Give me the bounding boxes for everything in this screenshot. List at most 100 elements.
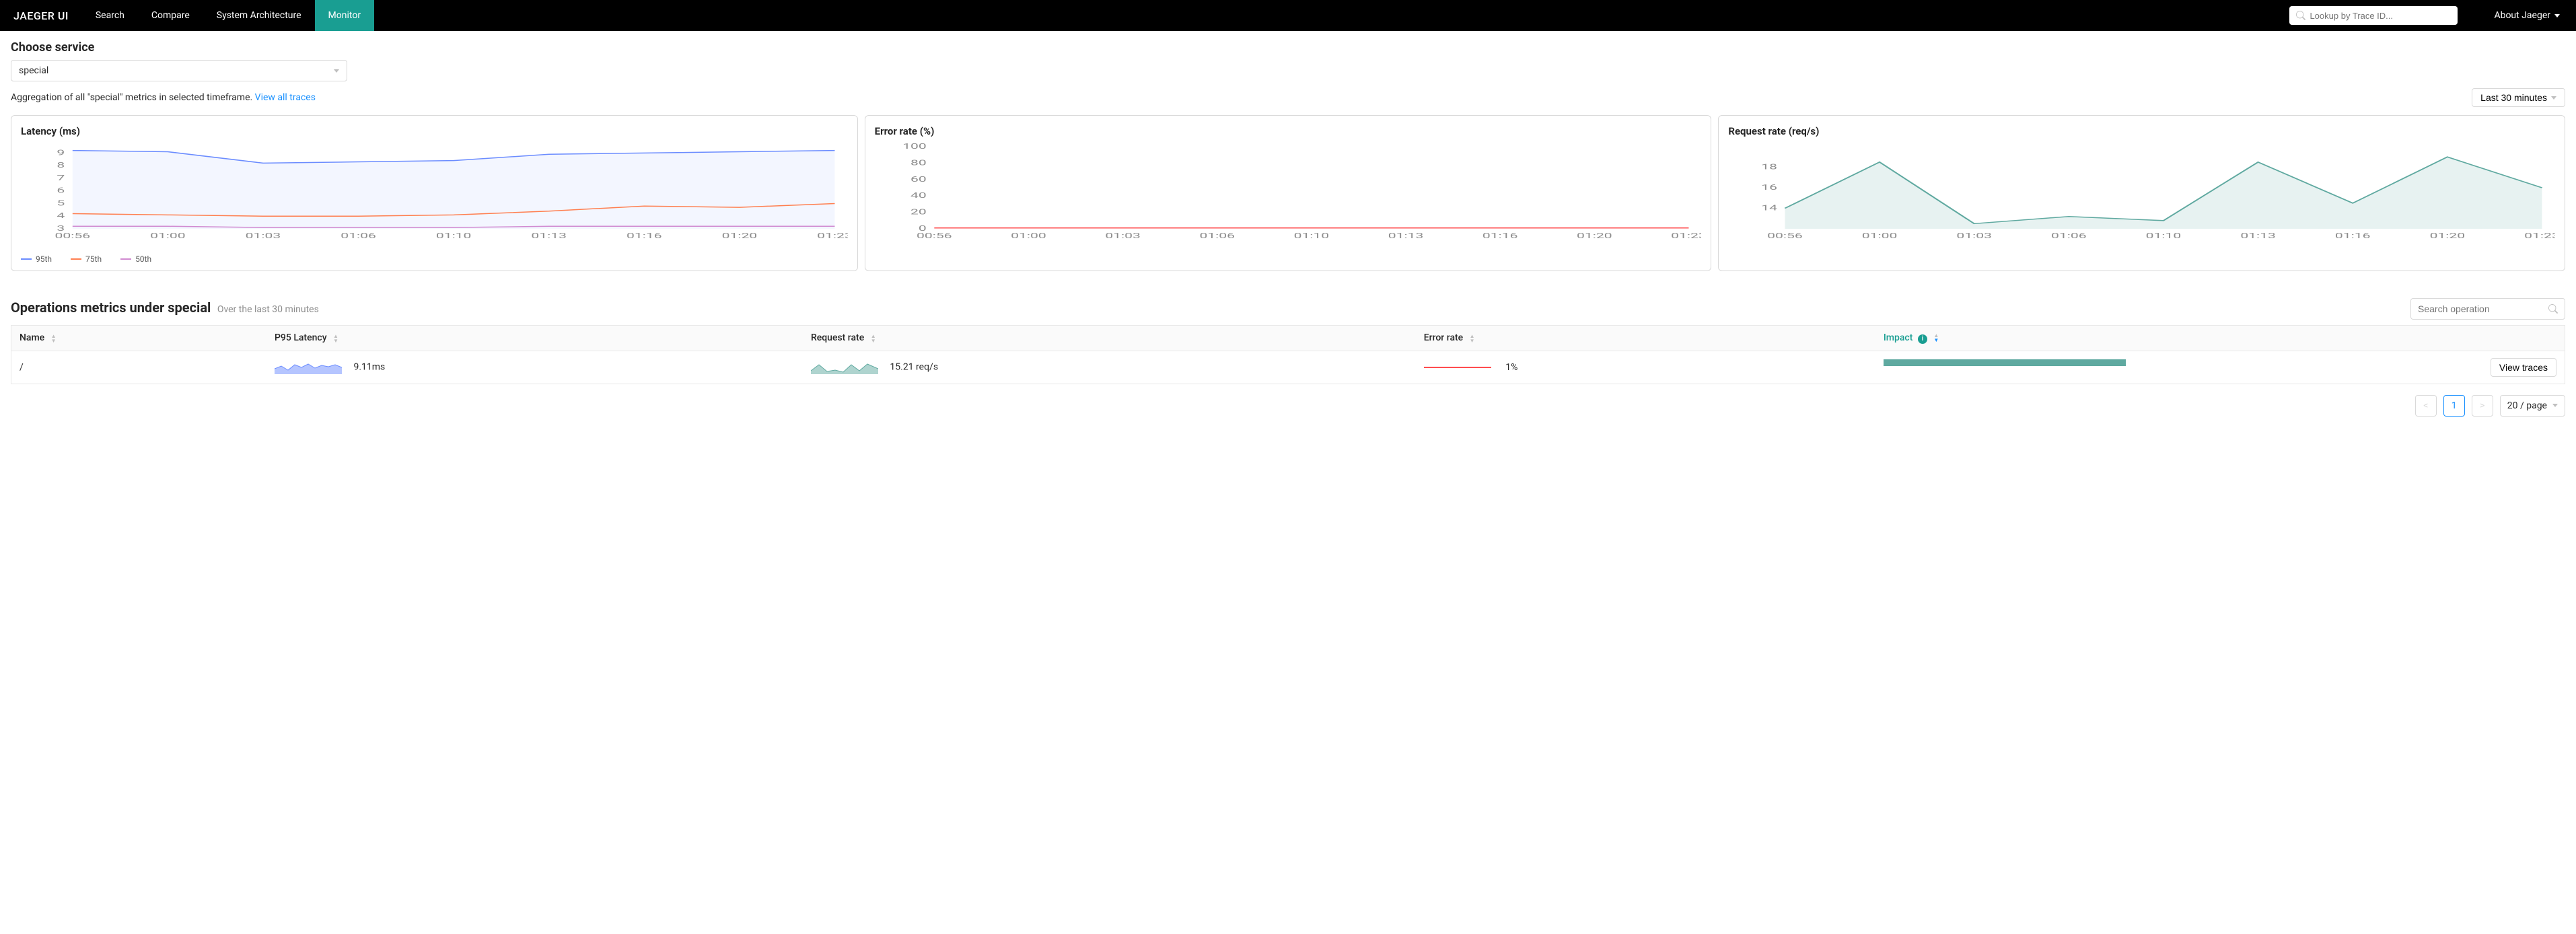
request-rate-chart: 141618 00:5601:0001:0301:0601:1001:1301:… — [1728, 141, 2555, 249]
col-req-label: Request rate — [811, 332, 864, 343]
error-rate-chart: 020406080100 00:5601:0001:0301:0601:1001… — [875, 141, 1702, 249]
svg-text:60: 60 — [910, 175, 927, 184]
col-err-label: Error rate — [1424, 332, 1463, 343]
col-impact[interactable]: Impact i ▲▼ — [1875, 326, 2565, 351]
error-rate-card: Error rate (%) 020406080100 00:5601:0001… — [865, 115, 1712, 271]
svg-text:01:23: 01:23 — [1671, 231, 1701, 240]
svg-text:20: 20 — [910, 208, 927, 217]
operation-search-wrapper[interactable] — [2410, 298, 2565, 320]
svg-text:01:23: 01:23 — [2525, 231, 2555, 240]
svg-text:16: 16 — [1762, 183, 1778, 192]
search-icon — [2548, 304, 2558, 314]
svg-text:4: 4 — [57, 211, 65, 220]
legend-50th-label: 50th — [135, 254, 151, 264]
cell-req: 15.21 req/s — [803, 351, 1416, 384]
top-nav: JAEGER UI Search Compare System Architec… — [0, 0, 2576, 31]
svg-text:01:16: 01:16 — [2335, 231, 2371, 240]
svg-text:01:13: 01:13 — [531, 231, 567, 240]
nav-search[interactable]: Search — [82, 0, 138, 31]
svg-text:9: 9 — [57, 149, 65, 157]
cell-err: 1% — [1416, 351, 1875, 384]
svg-text:01:13: 01:13 — [1388, 231, 1423, 240]
svg-text:100: 100 — [902, 142, 927, 151]
svg-text:6: 6 — [57, 186, 65, 195]
chevron-down-icon — [2554, 14, 2560, 17]
aggregation-prefix: Aggregation of all "special" metrics in … — [11, 92, 255, 103]
legend-95th: 95th — [21, 254, 52, 264]
page-number-button[interactable]: 1 — [2443, 395, 2465, 417]
nav-compare[interactable]: Compare — [138, 0, 203, 31]
page-next-button[interactable]: > — [2472, 395, 2493, 417]
view-all-traces-link[interactable]: View all traces — [255, 92, 316, 103]
svg-text:01:03: 01:03 — [1105, 231, 1141, 240]
choose-service-heading: Choose service — [11, 40, 2565, 55]
brand-logo: JAEGER UI — [0, 9, 82, 22]
svg-text:01:10: 01:10 — [1293, 231, 1329, 240]
svg-text:00:56: 00:56 — [917, 231, 952, 240]
cell-req-value: 15.21 req/s — [890, 361, 938, 372]
svg-text:01:10: 01:10 — [436, 231, 472, 240]
sort-icon: ▲▼ — [871, 334, 876, 343]
chevron-down-icon — [334, 69, 339, 73]
operation-search-input[interactable] — [2418, 303, 2548, 314]
col-name-label: Name — [20, 332, 44, 343]
legend-50th: 50th — [120, 254, 151, 264]
sort-icon: ▲▼ — [1933, 333, 1939, 343]
svg-text:5: 5 — [57, 199, 65, 208]
svg-text:01:16: 01:16 — [1482, 231, 1518, 240]
sort-icon: ▲▼ — [1470, 334, 1475, 343]
svg-text:00:56: 00:56 — [1768, 231, 1803, 240]
legend-75th: 75th — [71, 254, 102, 264]
cell-err-value: 1% — [1505, 362, 1517, 373]
svg-text:01:00: 01:00 — [150, 231, 186, 240]
p95-sparkline — [275, 361, 342, 374]
col-request-rate[interactable]: Request rate ▲▼ — [803, 326, 1416, 351]
req-sparkline — [811, 361, 878, 374]
svg-text:01:20: 01:20 — [1577, 231, 1612, 240]
trace-lookup-input[interactable] — [2310, 11, 2451, 21]
service-select[interactable]: special — [11, 60, 347, 81]
col-p95[interactable]: P95 Latency ▲▼ — [266, 326, 803, 351]
nav-monitor[interactable]: Monitor — [315, 0, 375, 31]
latency-card: Latency (ms) 3456789 00:5601:0001:0301:0… — [11, 115, 858, 271]
chevron-down-icon — [2552, 404, 2558, 407]
about-jaeger-menu[interactable]: About Jaeger — [2478, 10, 2576, 21]
cell-p95: 9.11ms — [266, 351, 803, 384]
trace-lookup-input-wrapper[interactable] — [2289, 6, 2458, 25]
cell-p95-value: 9.11ms — [353, 361, 385, 372]
cell-impact: View traces — [1875, 351, 2565, 384]
svg-text:01:16: 01:16 — [627, 231, 662, 240]
cell-name: / — [11, 351, 267, 384]
svg-text:01:03: 01:03 — [1957, 231, 1993, 240]
legend-95th-label: 95th — [36, 254, 52, 264]
col-error-rate[interactable]: Error rate ▲▼ — [1416, 326, 1875, 351]
svg-text:01:06: 01:06 — [2051, 231, 2087, 240]
request-rate-card: Request rate (req/s) 141618 00:5601:0001… — [1718, 115, 2565, 271]
latency-chart: 3456789 00:5601:0001:0301:0601:1001:1301… — [21, 141, 848, 249]
impact-bar — [1884, 359, 2126, 366]
info-icon: i — [1918, 334, 1927, 344]
error-rate-title: Error rate (%) — [875, 125, 1702, 137]
table-row[interactable]: / 9.11ms 15.21 req/s 1% View traces — [11, 351, 2565, 384]
svg-text:01:13: 01:13 — [2241, 231, 2277, 240]
timeframe-select[interactable]: Last 30 minutes — [2472, 88, 2565, 107]
view-traces-button[interactable]: View traces — [2491, 358, 2556, 377]
nav-system-architecture[interactable]: System Architecture — [203, 0, 315, 31]
operations-subtitle: Over the last 30 minutes — [217, 304, 319, 315]
operations-title: Operations metrics under special — [11, 299, 211, 316]
aggregation-text: Aggregation of all "special" metrics in … — [11, 92, 316, 103]
svg-text:01:03: 01:03 — [246, 231, 281, 240]
sort-icon: ▲▼ — [51, 334, 57, 343]
col-name[interactable]: Name ▲▼ — [11, 326, 267, 351]
svg-text:01:20: 01:20 — [2430, 231, 2466, 240]
page-prev-button[interactable]: < — [2415, 395, 2437, 417]
latency-legend: 95th 75th 50th — [21, 254, 848, 264]
svg-text:18: 18 — [1762, 163, 1778, 172]
svg-text:8: 8 — [57, 161, 65, 170]
svg-text:01:23: 01:23 — [817, 231, 847, 240]
err-sparkline — [1424, 367, 1491, 368]
col-impact-label: Impact — [1884, 332, 1913, 343]
sort-icon: ▲▼ — [333, 334, 338, 343]
page-size-select[interactable]: 20 / page — [2500, 395, 2565, 417]
chevron-down-icon — [2551, 96, 2556, 100]
